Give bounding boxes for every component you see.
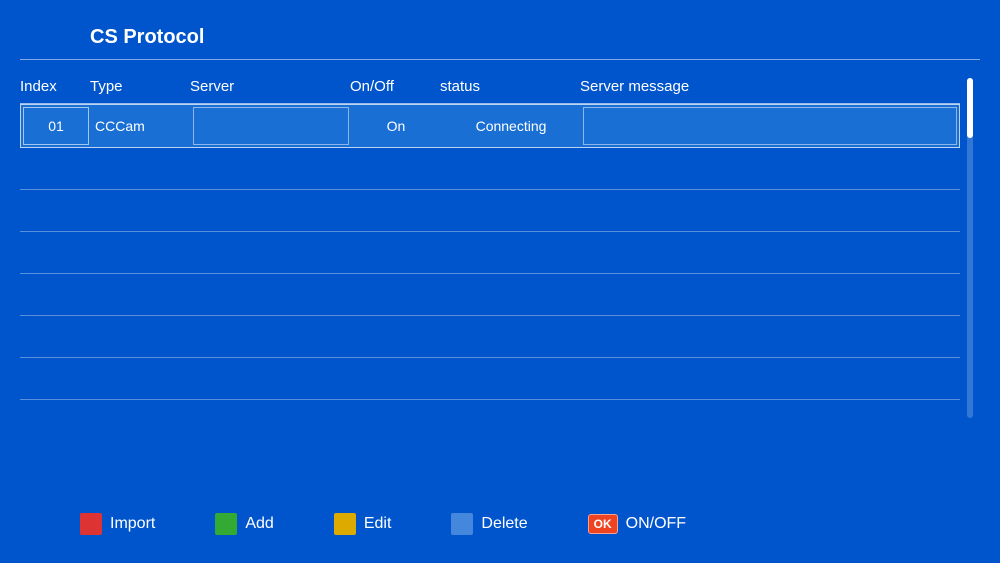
col-header-message: Server message bbox=[580, 78, 960, 95]
cell-server-3 bbox=[190, 190, 350, 231]
cell-message-4 bbox=[580, 232, 960, 273]
cell-type-5 bbox=[90, 274, 190, 315]
green-icon bbox=[215, 513, 237, 535]
cell-type-7 bbox=[90, 358, 190, 399]
cell-server-6 bbox=[190, 316, 350, 357]
main-container: CS Protocol Index Type Server On/Off sta… bbox=[0, 0, 1000, 563]
onoff-button[interactable]: OK ON/OFF bbox=[588, 514, 686, 534]
blue-icon bbox=[451, 513, 473, 535]
cell-message-5 bbox=[580, 274, 960, 315]
onoff-label: ON/OFF bbox=[626, 515, 686, 533]
cell-status-1: Connecting bbox=[441, 107, 581, 145]
table-row[interactable] bbox=[20, 190, 960, 232]
import-button[interactable]: Import bbox=[80, 513, 155, 535]
edit-label: Edit bbox=[364, 515, 392, 533]
cell-onoff-3 bbox=[350, 190, 440, 231]
scrollbar-track[interactable] bbox=[967, 78, 973, 418]
col-header-onoff: On/Off bbox=[350, 78, 440, 95]
cell-message-7 bbox=[580, 358, 960, 399]
ok-badge: OK bbox=[588, 514, 618, 534]
cell-server-7 bbox=[190, 358, 350, 399]
cell-index-2 bbox=[20, 148, 90, 189]
cell-onoff-1: On bbox=[351, 107, 441, 145]
table-header: Index Type Server On/Off status Server m… bbox=[20, 78, 960, 104]
cell-index-3 bbox=[20, 190, 90, 231]
table-section: Index Type Server On/Off status Server m… bbox=[20, 78, 960, 483]
red-icon bbox=[80, 513, 102, 535]
col-header-server: Server bbox=[190, 78, 350, 95]
cell-status-3 bbox=[440, 190, 580, 231]
cell-message-3 bbox=[580, 190, 960, 231]
cell-type-1: CCCam bbox=[91, 107, 191, 145]
col-header-status: status bbox=[440, 78, 580, 95]
add-label: Add bbox=[245, 515, 273, 533]
cell-onoff-6 bbox=[350, 316, 440, 357]
import-label: Import bbox=[110, 515, 155, 533]
cell-server-2 bbox=[190, 148, 350, 189]
page-title: CS Protocol bbox=[90, 26, 204, 48]
content-area: Index Type Server On/Off status Server m… bbox=[20, 78, 980, 483]
cell-type-3 bbox=[90, 190, 190, 231]
title-area: CS Protocol bbox=[20, 18, 980, 60]
scrollbar-area bbox=[960, 78, 980, 483]
yellow-icon bbox=[334, 513, 356, 535]
table-rows: 01 CCCam On Connecting bbox=[20, 104, 960, 400]
cell-type-2 bbox=[90, 148, 190, 189]
footer-buttons: Import Add Edit Delete OK ON/OFF bbox=[20, 493, 980, 545]
cell-status-6 bbox=[440, 316, 580, 357]
cell-server-1 bbox=[193, 107, 349, 145]
cell-type-4 bbox=[90, 232, 190, 273]
cell-onoff-5 bbox=[350, 274, 440, 315]
col-header-type: Type bbox=[90, 78, 190, 95]
cell-onoff-4 bbox=[350, 232, 440, 273]
cell-index-7 bbox=[20, 358, 90, 399]
add-button[interactable]: Add bbox=[215, 513, 273, 535]
cell-message-2 bbox=[580, 148, 960, 189]
table-row[interactable] bbox=[20, 148, 960, 190]
cell-index-1: 01 bbox=[23, 107, 89, 145]
cell-onoff-7 bbox=[350, 358, 440, 399]
table-row[interactable] bbox=[20, 316, 960, 358]
table-row[interactable] bbox=[20, 358, 960, 400]
cell-status-5 bbox=[440, 274, 580, 315]
table-row[interactable] bbox=[20, 232, 960, 274]
cell-status-4 bbox=[440, 232, 580, 273]
col-header-index: Index bbox=[20, 78, 90, 95]
cell-onoff-2 bbox=[350, 148, 440, 189]
cell-index-4 bbox=[20, 232, 90, 273]
cell-server-4 bbox=[190, 232, 350, 273]
cell-index-6 bbox=[20, 316, 90, 357]
cell-server-5 bbox=[190, 274, 350, 315]
cell-status-7 bbox=[440, 358, 580, 399]
cell-message-6 bbox=[580, 316, 960, 357]
table-row[interactable]: 01 CCCam On Connecting bbox=[20, 104, 960, 148]
cell-message-1 bbox=[583, 107, 957, 145]
scrollbar-thumb[interactable] bbox=[967, 78, 973, 138]
delete-button[interactable]: Delete bbox=[451, 513, 527, 535]
cell-type-6 bbox=[90, 316, 190, 357]
edit-button[interactable]: Edit bbox=[334, 513, 392, 535]
delete-label: Delete bbox=[481, 515, 527, 533]
cell-index-5 bbox=[20, 274, 90, 315]
table-row[interactable] bbox=[20, 274, 960, 316]
cell-status-2 bbox=[440, 148, 580, 189]
